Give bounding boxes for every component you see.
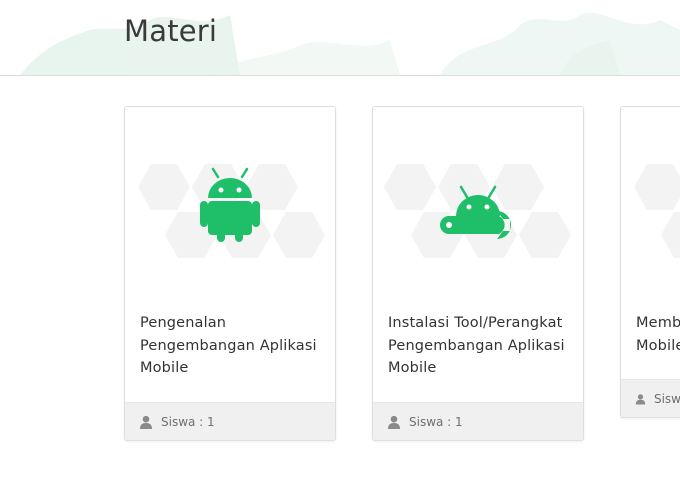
android-wrench-icon	[440, 185, 511, 239]
course-thumbnail	[373, 107, 583, 312]
course-card-2[interactable]: Instalasi Tool/Perangkat Pengembangan Ap…	[372, 106, 584, 441]
course-title[interactable]: Pengenalan Pengembangan Aplikasi Mobile	[125, 312, 335, 402]
course-footer: Siswa : 1	[125, 402, 335, 440]
header-background-decoration	[20, 12, 680, 75]
course-thumbnail	[621, 107, 680, 312]
user-icon	[635, 393, 646, 404]
course-title[interactable]: Instalasi Tool/Perangkat Pengembangan Ap…	[373, 312, 583, 402]
student-count: Sisw	[653, 391, 680, 406]
student-count: Siswa : 1	[161, 414, 215, 429]
android-robot-icon	[200, 167, 260, 242]
student-count: Siswa : 1	[409, 414, 463, 429]
page-title: Materi	[124, 14, 218, 48]
user-icon	[388, 415, 400, 429]
course-footer: Sisw	[621, 379, 680, 417]
course-card-1[interactable]: Pengenalan Pengembangan Aplikasi Mobile …	[124, 106, 336, 441]
course-thumbnail	[125, 107, 335, 312]
user-icon	[140, 415, 152, 429]
course-title[interactable]: Memb Mobile	[621, 312, 680, 379]
page-header: Materi	[0, 0, 680, 76]
course-footer: Siswa : 1	[373, 402, 583, 440]
course-card-3[interactable]: Memb Mobile Sisw	[620, 106, 680, 418]
